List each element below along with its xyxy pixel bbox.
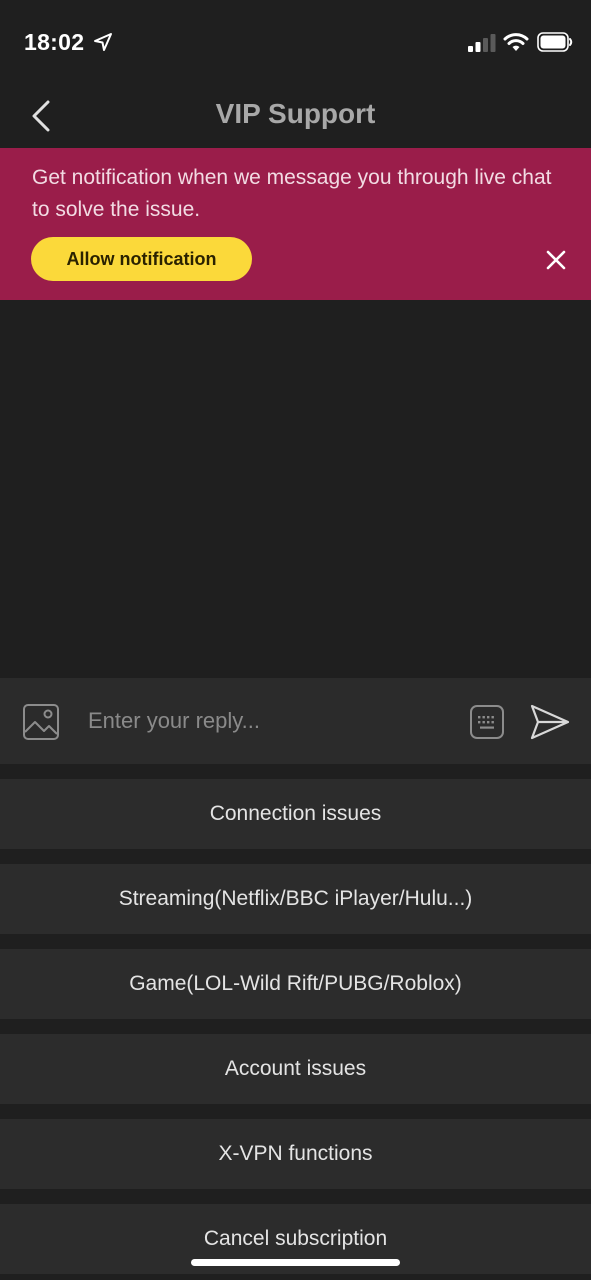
reply-input[interactable] bbox=[88, 700, 448, 742]
quick-reply-game[interactable]: Game(LOL-Wild Rift/PUBG/Roblox) bbox=[0, 949, 591, 1019]
quick-reply-xvpn-functions[interactable]: X-VPN functions bbox=[0, 1119, 591, 1189]
allow-notification-button[interactable]: Allow notification bbox=[31, 237, 252, 281]
quick-reply-account-issues[interactable]: Account issues bbox=[0, 1034, 591, 1104]
page-title: VIP Support bbox=[215, 98, 376, 129]
image-icon[interactable] bbox=[22, 703, 60, 741]
status-time: 18:02 bbox=[24, 29, 85, 55]
quick-reply-streaming[interactable]: Streaming(Netflix/BBC iPlayer/Hulu...) bbox=[0, 864, 591, 934]
status-bar: 18:02 bbox=[0, 0, 591, 88]
chat-messages-area[interactable] bbox=[0, 300, 591, 678]
reply-input-bar bbox=[0, 678, 591, 764]
notification-banner: Get notification when we message you thr… bbox=[0, 148, 591, 300]
send-icon[interactable] bbox=[528, 702, 572, 742]
home-indicator[interactable] bbox=[191, 1259, 400, 1266]
quick-reply-connection-issues[interactable]: Connection issues bbox=[0, 779, 591, 849]
banner-message: Get notification when we message you thr… bbox=[32, 166, 552, 221]
wifi-icon bbox=[503, 33, 529, 51]
close-icon[interactable] bbox=[540, 244, 572, 276]
nav-bar: VIP Support bbox=[0, 88, 591, 148]
location-arrow-icon bbox=[94, 33, 112, 51]
quick-reply-list: Connection issues Streaming(Netflix/BBC … bbox=[0, 764, 591, 1280]
keyboard-icon[interactable] bbox=[469, 704, 505, 740]
signal-icon bbox=[468, 34, 496, 52]
battery-icon bbox=[537, 32, 573, 52]
